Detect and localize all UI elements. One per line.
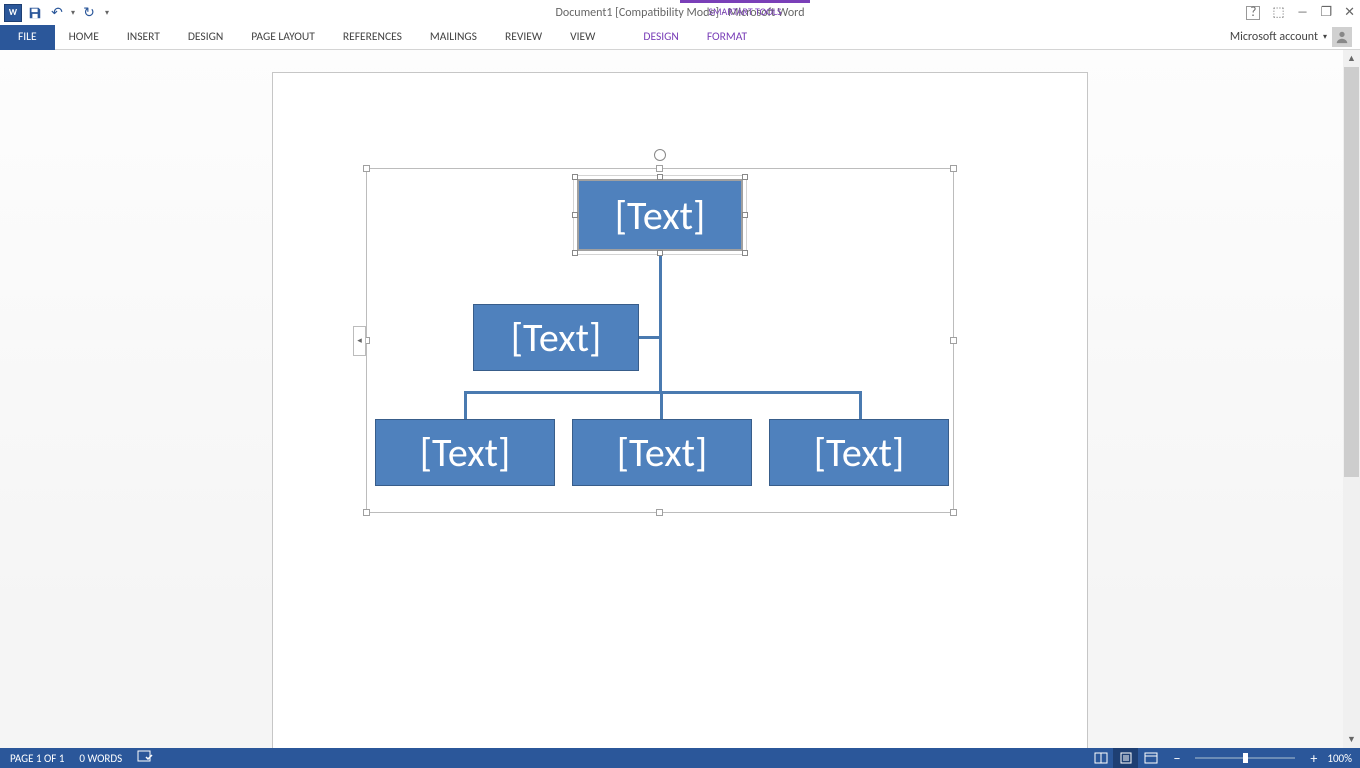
vertical-scrollbar[interactable]: ▲ ▼ [1343,50,1360,748]
node-text: [Text] [420,428,511,477]
connector [464,391,862,394]
resize-handle[interactable] [363,165,370,172]
smartart-node-child[interactable]: [Text] [375,419,555,486]
zoom-thumb[interactable] [1243,753,1248,763]
page[interactable]: ◂ [Text] [Text] [Text] [Text] [272,72,1088,748]
smartart-container[interactable]: ◂ [Text] [Text] [Text] [Text] [366,168,954,513]
zoom-slider[interactable] [1195,757,1295,759]
resize-handle[interactable] [656,165,663,172]
tab-references[interactable]: REFERENCES [329,25,416,50]
contextual-tab-label: SMARTART TOOLS [680,0,810,25]
resize-handle[interactable] [363,509,370,516]
avatar-icon [1332,27,1352,47]
node-resize-handle[interactable] [657,250,663,256]
tab-home[interactable]: HOME [55,25,113,50]
smartart-node-child[interactable]: [Text] [769,419,949,486]
undo-dropdown-icon[interactable]: ▾ [68,2,78,24]
node-resize-handle[interactable] [742,174,748,180]
window-controls: ? ⬚ ― ❐ ✕ [1246,5,1355,20]
account-label: Microsoft account [1230,30,1318,44]
save-icon[interactable] [24,2,46,24]
document-area: ◂ [Text] [Text] [Text] [Text] [0,50,1360,748]
word-count[interactable]: 0 WORDS [79,752,122,765]
resize-handle[interactable] [950,509,957,516]
title-bar: W ↶ ▾ ↻ ▾ Document1 [Compatibility Mode]… [0,0,1360,25]
connector [659,254,662,391]
status-bar: PAGE 1 OF 1 0 WORDS − + 100% [0,748,1360,768]
page-indicator[interactable]: PAGE 1 OF 1 [10,752,64,765]
node-resize-handle[interactable] [572,212,578,218]
node-resize-handle[interactable] [742,212,748,218]
scroll-thumb[interactable] [1344,67,1359,477]
connector [639,336,661,339]
tab-smartart-design[interactable]: DESIGN [629,25,692,50]
tab-page-layout[interactable]: PAGE LAYOUT [237,25,329,50]
connector [859,391,862,421]
rotate-handle[interactable] [654,149,666,161]
resize-handle[interactable] [950,165,957,172]
node-text: [Text] [617,428,708,477]
redo-icon[interactable]: ↻ [78,2,100,24]
tab-file[interactable]: FILE [0,25,55,50]
qat-customize-icon[interactable]: ▾ [100,2,114,24]
node-resize-handle[interactable] [572,174,578,180]
close-icon[interactable]: ✕ [1344,5,1355,20]
undo-icon[interactable]: ↶ [46,2,68,24]
help-icon[interactable]: ? [1246,6,1260,20]
scroll-down-icon[interactable]: ▼ [1343,731,1360,748]
text-pane-toggle[interactable]: ◂ [353,326,366,356]
tab-smartart-format[interactable]: FORMAT [693,25,761,50]
resize-handle[interactable] [950,337,957,344]
smartart-node-child[interactable]: [Text] [572,419,752,486]
node-resize-handle[interactable] [657,174,663,180]
scroll-up-icon[interactable]: ▲ [1343,50,1360,67]
read-mode-icon[interactable] [1088,748,1113,768]
node-text: [Text] [511,313,602,362]
node-text: [Text] [615,191,706,240]
word-app-icon[interactable]: W [2,2,24,24]
zoom-in-icon[interactable]: + [1310,750,1317,767]
tab-view[interactable]: VIEW [556,25,609,50]
restore-icon[interactable]: ❐ [1320,5,1332,20]
ribbon-tabs: FILE HOME INSERT DESIGN PAGE LAYOUT REFE… [0,25,1360,50]
ribbon-display-options-icon[interactable]: ⬚ [1272,5,1284,20]
node-text: [Text] [814,428,905,477]
print-layout-icon[interactable] [1113,748,1138,768]
connector [464,391,467,421]
tab-mailings[interactable]: MAILINGS [416,25,491,50]
resize-handle[interactable] [656,509,663,516]
account-dropdown-icon: ▾ [1323,32,1327,42]
node-resize-handle[interactable] [572,250,578,256]
view-buttons [1088,748,1163,768]
connector [660,391,663,421]
zoom-level[interactable]: 100% [1327,752,1352,765]
account-area[interactable]: Microsoft account ▾ [1230,27,1352,47]
smartart-node-assistant[interactable]: [Text] [473,304,639,371]
web-layout-icon[interactable] [1138,748,1163,768]
minimize-icon[interactable]: ― [1297,5,1309,20]
tab-design[interactable]: DESIGN [174,25,237,50]
zoom-out-icon[interactable]: − [1173,750,1180,767]
spellcheck-icon[interactable] [137,750,153,767]
quick-access-toolbar: W ↶ ▾ ↻ ▾ [0,2,114,24]
smartart-node-top[interactable]: [Text] [577,179,743,251]
tab-review[interactable]: REVIEW [491,25,556,50]
tab-insert[interactable]: INSERT [113,25,174,50]
node-resize-handle[interactable] [742,250,748,256]
